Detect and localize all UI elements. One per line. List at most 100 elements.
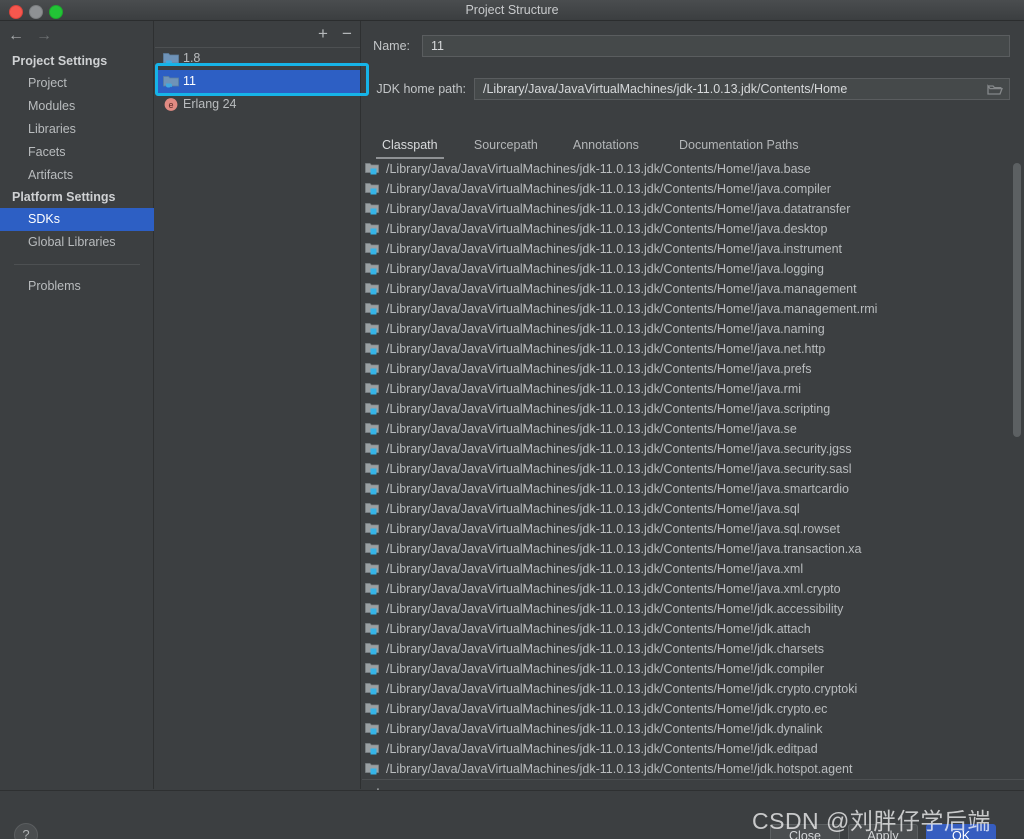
classpath-entry-row[interactable]: /Library/Java/JavaVirtualMachines/jdk-11… [362, 739, 1024, 759]
sdk-list-item[interactable]: e Erlang 24 [155, 93, 360, 116]
erlang-icon: e [163, 97, 179, 112]
tab-annotations[interactable]: Annotations [567, 133, 645, 159]
dialog-footer: ? Close Apply OK [0, 790, 1024, 839]
classpath-entry-row[interactable]: /Library/Java/JavaVirtualMachines/jdk-11… [362, 699, 1024, 719]
classpath-entry-row[interactable]: /Library/Java/JavaVirtualMachines/jdk-11… [362, 359, 1024, 379]
add-sdk-button[interactable]: + [313, 24, 333, 44]
tab-documentation-paths[interactable]: Documentation Paths [673, 133, 805, 159]
classpath-entry-label: /Library/Java/JavaVirtualMachines/jdk-11… [386, 222, 828, 236]
sdk-name-row: Name: 11 [362, 35, 1024, 57]
jdk-folder-icon [163, 74, 179, 89]
sidebar-item-global-libraries[interactable]: Global Libraries [0, 231, 154, 254]
ok-button[interactable]: OK [926, 824, 996, 839]
jdk-home-path-row: JDK home path: /Library/Java/JavaVirtual… [362, 78, 1024, 100]
classpath-entry-label: /Library/Java/JavaVirtualMachines/jdk-11… [386, 742, 818, 756]
tab-sourcepath[interactable]: Sourcepath [468, 133, 544, 159]
help-button[interactable]: ? [14, 823, 38, 839]
classpath-entry-label: /Library/Java/JavaVirtualMachines/jdk-11… [386, 662, 824, 676]
classpath-entry-row[interactable]: /Library/Java/JavaVirtualMachines/jdk-11… [362, 639, 1024, 659]
sidebar-group-header: Project Settings [12, 54, 108, 68]
classpath-entry-row[interactable]: /Library/Java/JavaVirtualMachines/jdk-11… [362, 519, 1024, 539]
classpath-entry-label: /Library/Java/JavaVirtualMachines/jdk-11… [386, 462, 852, 476]
sdk-name-label: Name: [373, 39, 410, 53]
classpath-entry-row[interactable]: /Library/Java/JavaVirtualMachines/jdk-11… [362, 259, 1024, 279]
project-structure-window: Project Structure ← → Project Settings Pr… [0, 0, 1024, 839]
classpath-entry-row[interactable]: /Library/Java/JavaVirtualMachines/jdk-11… [362, 659, 1024, 679]
classpath-entry-label: /Library/Java/JavaVirtualMachines/jdk-11… [386, 562, 804, 576]
classpath-entry-row[interactable]: /Library/Java/JavaVirtualMachines/jdk-11… [362, 459, 1024, 479]
sidebar-item-libraries[interactable]: Libraries [0, 118, 154, 141]
folder-browse-icon[interactable] [987, 83, 1003, 96]
jmod-module-icon [365, 402, 381, 416]
classpath-entry-label: /Library/Java/JavaVirtualMachines/jdk-11… [386, 422, 797, 436]
classpath-entry-row[interactable]: /Library/Java/JavaVirtualMachines/jdk-11… [362, 679, 1024, 699]
jmod-module-icon [365, 502, 381, 516]
jmod-module-icon [365, 422, 381, 436]
sdk-name-value: 11 [431, 39, 444, 53]
sidebar-item-artifacts[interactable]: Artifacts [0, 164, 154, 187]
classpath-entry-row[interactable]: /Library/Java/JavaVirtualMachines/jdk-11… [362, 219, 1024, 239]
jmod-module-icon [365, 382, 381, 396]
window-body: ← → Project Settings Project Modules Librar… [0, 21, 1024, 839]
classpath-entry-row[interactable]: /Library/Java/JavaVirtualMachines/jdk-11… [362, 159, 1024, 179]
classpath-entry-row[interactable]: /Library/Java/JavaVirtualMachines/jdk-11… [362, 319, 1024, 339]
classpath-scrollbar-thumb[interactable] [1013, 163, 1021, 437]
classpath-entry-row[interactable]: /Library/Java/JavaVirtualMachines/jdk-11… [362, 399, 1024, 419]
jmod-module-icon [365, 202, 381, 216]
sidebar-item-project[interactable]: Project [0, 72, 154, 95]
classpath-entry-row[interactable]: /Library/Java/JavaVirtualMachines/jdk-11… [362, 279, 1024, 299]
close-dialog-button[interactable]: Close [770, 824, 840, 839]
forward-arrow-icon[interactable]: → [34, 27, 54, 45]
classpath-entry-row[interactable]: /Library/Java/JavaVirtualMachines/jdk-11… [362, 719, 1024, 739]
classpath-entry-row[interactable]: /Library/Java/JavaVirtualMachines/jdk-11… [362, 759, 1024, 779]
tab-classpath[interactable]: Classpath [376, 133, 444, 159]
classpath-entry-row[interactable]: /Library/Java/JavaVirtualMachines/jdk-11… [362, 299, 1024, 319]
jmod-module-icon [365, 722, 381, 736]
sidebar-item-problems[interactable]: Problems [0, 275, 154, 298]
jmod-module-icon [365, 562, 381, 576]
sidebar-item-facets[interactable]: Facets [0, 141, 154, 164]
settings-sidebar: ← → Project Settings Project Modules Librar… [0, 21, 154, 789]
window-titlebar: Project Structure [0, 0, 1024, 21]
sdk-list-item[interactable]: 1.8 [155, 47, 360, 70]
classpath-entry-label: /Library/Java/JavaVirtualMachines/jdk-11… [386, 182, 831, 196]
classpath-entry-row[interactable]: /Library/Java/JavaVirtualMachines/jdk-11… [362, 379, 1024, 399]
sidebar-item-sdks[interactable]: SDKs [0, 208, 154, 231]
classpath-entry-row[interactable]: /Library/Java/JavaVirtualMachines/jdk-11… [362, 599, 1024, 619]
sdk-name-input[interactable]: 11 [422, 35, 1010, 57]
back-arrow-icon[interactable]: ← [6, 27, 26, 45]
classpath-entry-label: /Library/Java/JavaVirtualMachines/jdk-11… [386, 682, 858, 696]
classpath-entry-row[interactable]: /Library/Java/JavaVirtualMachines/jdk-11… [362, 419, 1024, 439]
jdk-home-path-input[interactable]: /Library/Java/JavaVirtualMachines/jdk-11… [474, 78, 1010, 100]
classpath-entry-row[interactable]: /Library/Java/JavaVirtualMachines/jdk-11… [362, 619, 1024, 639]
jmod-module-icon [365, 242, 381, 256]
classpath-entry-row[interactable]: /Library/Java/JavaVirtualMachines/jdk-11… [362, 199, 1024, 219]
remove-sdk-button[interactable]: − [337, 24, 357, 44]
sidebar-item-modules[interactable]: Modules [0, 95, 154, 118]
jmod-module-icon [365, 682, 381, 696]
sdk-list-item-label: Erlang 24 [183, 97, 237, 111]
classpath-entry-label: /Library/Java/JavaVirtualMachines/jdk-11… [386, 522, 840, 536]
classpath-entry-label: /Library/Java/JavaVirtualMachines/jdk-11… [386, 362, 812, 376]
classpath-entry-row[interactable]: /Library/Java/JavaVirtualMachines/jdk-11… [362, 559, 1024, 579]
jmod-module-icon [365, 642, 381, 656]
classpath-entry-row[interactable]: /Library/Java/JavaVirtualMachines/jdk-11… [362, 339, 1024, 359]
classpath-entry-row[interactable]: /Library/Java/JavaVirtualMachines/jdk-11… [362, 539, 1024, 559]
detail-tab-bar: Classpath Sourcepath Annotations Documentat… [362, 133, 1024, 160]
classpath-entry-row[interactable]: /Library/Java/JavaVirtualMachines/jdk-11… [362, 439, 1024, 459]
classpath-entry-label: /Library/Java/JavaVirtualMachines/jdk-11… [386, 602, 844, 616]
window-title: Project Structure [465, 3, 559, 17]
classpath-entry-row[interactable]: /Library/Java/JavaVirtualMachines/jdk-11… [362, 499, 1024, 519]
sidebar-divider [14, 264, 140, 265]
classpath-entry-row[interactable]: /Library/Java/JavaVirtualMachines/jdk-11… [362, 179, 1024, 199]
apply-button[interactable]: Apply [848, 824, 918, 839]
classpath-list[interactable]: /Library/Java/JavaVirtualMachines/jdk-11… [362, 159, 1024, 779]
classpath-entry-row[interactable]: /Library/Java/JavaVirtualMachines/jdk-11… [362, 239, 1024, 259]
classpath-entry-label: /Library/Java/JavaVirtualMachines/jdk-11… [386, 722, 823, 736]
classpath-entry-row[interactable]: /Library/Java/JavaVirtualMachines/jdk-11… [362, 479, 1024, 499]
jmod-module-icon [365, 162, 381, 176]
classpath-entry-row[interactable]: /Library/Java/JavaVirtualMachines/jdk-11… [362, 579, 1024, 599]
sdk-list-item[interactable]: 11 [155, 70, 360, 93]
jmod-module-icon [365, 222, 381, 236]
classpath-scrollbar-track[interactable] [1012, 159, 1022, 779]
